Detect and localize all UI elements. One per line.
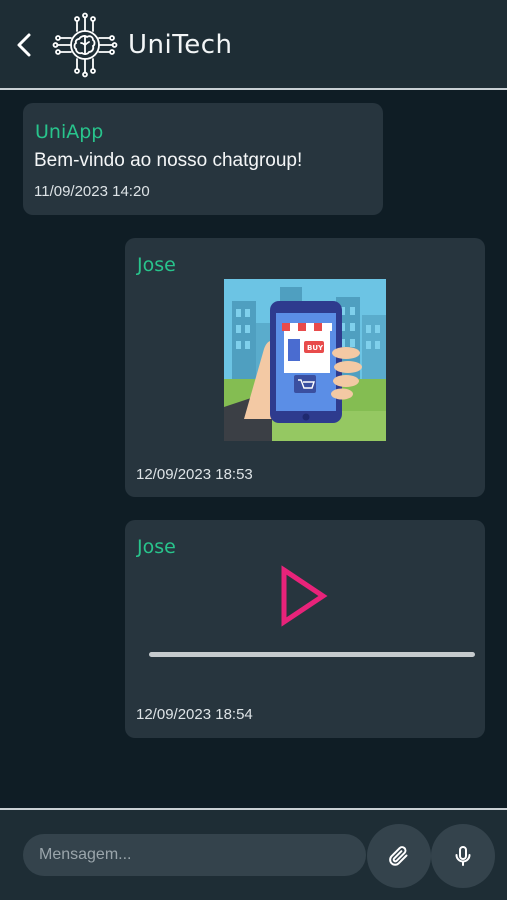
chat-header: UniTech bbox=[0, 0, 507, 90]
message-timestamp: 11/09/2023 14:20 bbox=[34, 183, 150, 200]
audio-progress-bar[interactable] bbox=[149, 652, 475, 657]
message-text: Bem-vindo ao nosso chatgroup! bbox=[34, 150, 303, 171]
message-timestamp: 12/09/2023 18:53 bbox=[136, 466, 253, 483]
play-button[interactable] bbox=[279, 565, 329, 627]
microphone-button[interactable] bbox=[431, 824, 495, 888]
back-button[interactable] bbox=[12, 30, 38, 60]
message-bubble[interactable]: UniApp Bem-vindo ao nosso chatgroup! 11/… bbox=[23, 103, 383, 215]
app-logo bbox=[52, 12, 118, 78]
audio-message-bubble[interactable]: Jose 12/09/2023 18:54 bbox=[125, 520, 485, 738]
buy-sign: BUY bbox=[307, 344, 324, 352]
message-bubble[interactable]: Jose BUY 12/09/2023 18:53 bbox=[125, 238, 485, 497]
message-input[interactable] bbox=[23, 834, 366, 876]
chat-title: UniTech bbox=[128, 30, 233, 60]
message-sender: Jose bbox=[137, 254, 176, 276]
message-image[interactable]: BUY bbox=[224, 279, 386, 441]
microphone-icon bbox=[455, 846, 471, 866]
attach-button[interactable] bbox=[367, 824, 431, 888]
message-timestamp: 12/09/2023 18:54 bbox=[136, 706, 253, 723]
chevron-left-icon bbox=[17, 33, 31, 57]
paperclip-icon bbox=[389, 846, 408, 866]
play-icon bbox=[281, 565, 328, 627]
message-sender: UniApp bbox=[35, 121, 104, 143]
message-composer bbox=[0, 808, 507, 900]
message-sender: Jose bbox=[137, 536, 176, 558]
shopping-phone-illustration: BUY bbox=[224, 279, 386, 441]
